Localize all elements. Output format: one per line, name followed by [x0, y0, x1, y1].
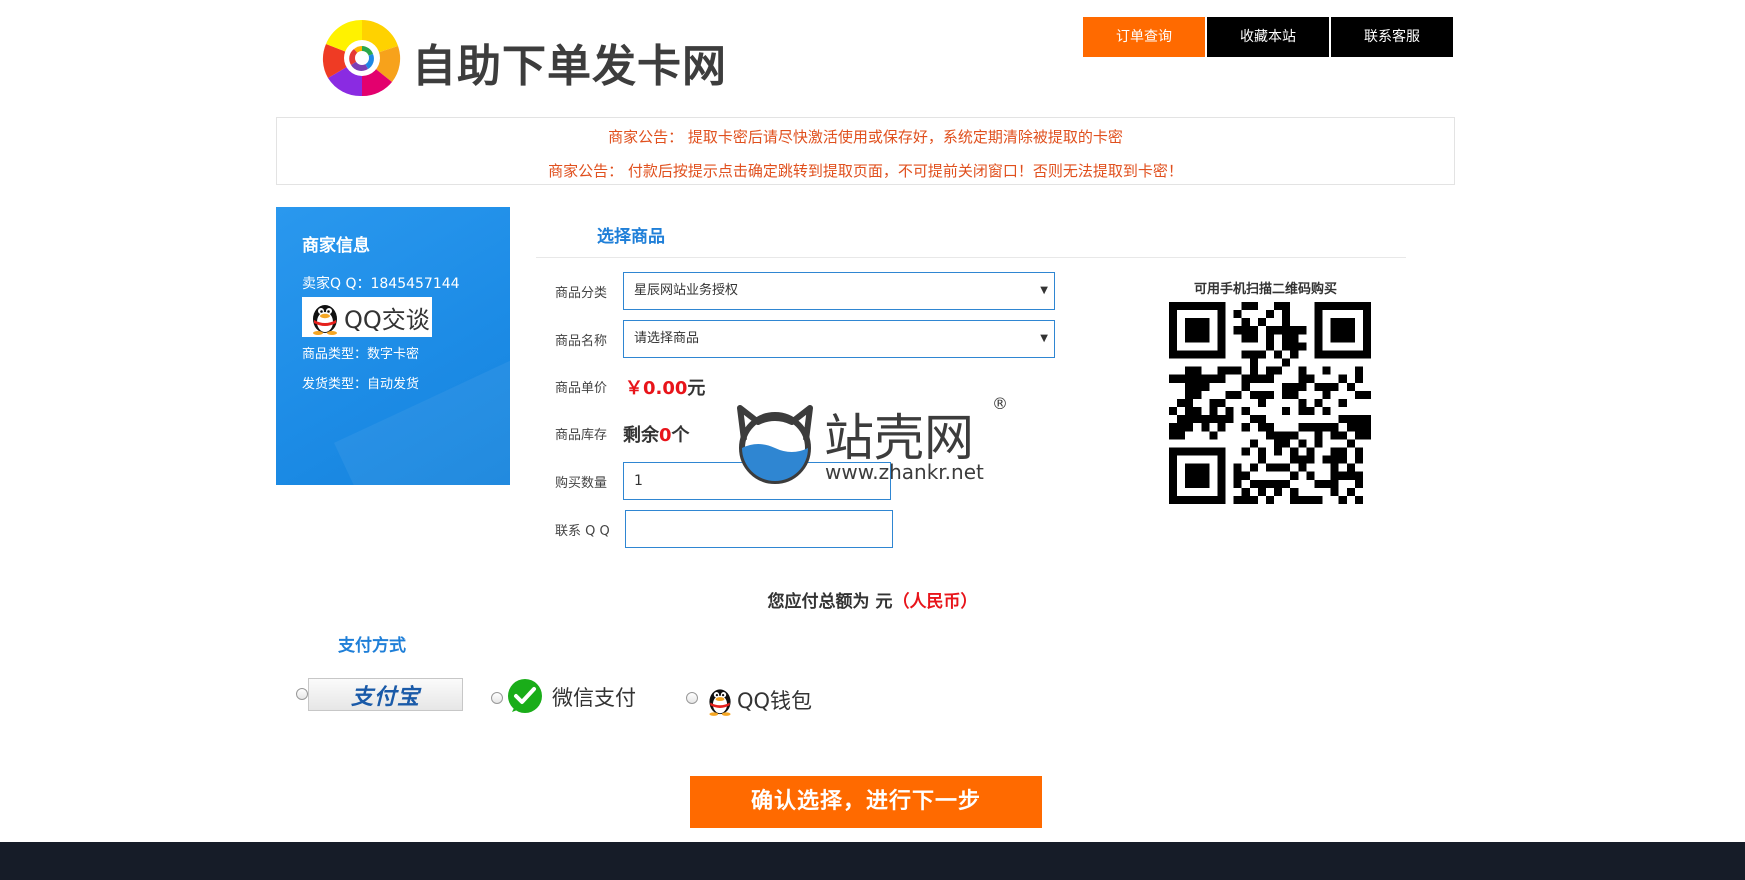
stock-count: 0	[659, 425, 672, 446]
watermark-url: www.zhankr.net	[825, 460, 984, 484]
site-title: 自助下单发卡网	[412, 41, 727, 92]
nav-order-query[interactable]: 订单查询	[1083, 17, 1205, 57]
wechat-option[interactable]: 微信支付	[506, 678, 636, 716]
payment-title: 支付方式	[338, 636, 406, 656]
wechat-label: 微信支付	[552, 686, 636, 710]
qr-label: 可用手机扫描二维码购买	[1194, 282, 1338, 297]
notice-line-2: 商家公告： 付款后按提示点击确定跳转到提取页面，不可提前关闭窗口！否则无法提取到…	[548, 162, 1183, 180]
alipay-radio[interactable]	[296, 688, 308, 700]
notice-box: 商家公告： 提取卡密后请尽快激活使用或保存好，系统定期清除被提取的卡密 商家公告…	[276, 117, 1455, 185]
qq-penguin-icon	[313, 305, 337, 335]
stock-suffix: 个	[671, 425, 690, 446]
product-name-select-value: 请选择商品	[634, 331, 700, 346]
top-nav: 订单查询 收藏本站 联系客服	[1083, 17, 1453, 57]
qqwallet-radio[interactable]	[686, 692, 698, 704]
quantity-label: 购买数量	[555, 476, 608, 491]
select-product-title: 选择商品	[597, 227, 665, 247]
nav-contact-support[interactable]: 联系客服	[1331, 17, 1453, 57]
logo-mark-icon	[322, 19, 401, 97]
qqwallet-option[interactable]: QQ钱包	[705, 684, 812, 716]
qq-chat-label: QQ交谈	[344, 305, 430, 334]
merchant-product-type: 商品类型：数字卡密	[302, 347, 420, 362]
qr-code-icon	[1169, 302, 1371, 504]
contact-qq-label: 联系 Q Q	[555, 524, 610, 539]
price-value: ￥0.00元	[625, 374, 705, 400]
total-amount: 您应付总额为 元（人民币）	[0, 587, 1745, 612]
site-logo[interactable]: 自助下单发卡网	[320, 16, 740, 106]
product-name-label: 商品名称	[555, 334, 608, 349]
confirm-next-button[interactable]: 确认选择，进行下一步	[690, 776, 1042, 828]
watermark-logo-icon	[737, 405, 813, 484]
watermark-reg: ®	[992, 394, 1008, 413]
merchant-title: 商家信息	[302, 236, 370, 256]
merchant-qq: 卖家Q Q：1845457144	[302, 276, 460, 292]
wechat-radio[interactable]	[491, 692, 503, 704]
nav-bookmark[interactable]: 收藏本站	[1207, 17, 1329, 57]
category-select[interactable]: 星辰网站业务授权 ▼	[623, 272, 1055, 310]
total-prefix: 您应付总额为 元	[767, 592, 893, 612]
total-currency: （人民币）	[892, 592, 978, 612]
stock-label: 商品库存	[555, 428, 608, 443]
chevron-down-icon: ▼	[1040, 285, 1048, 296]
category-select-value: 星辰网站业务授权	[634, 283, 739, 298]
price-amount: ￥0.00	[625, 378, 688, 399]
qq-chat-button[interactable]: QQ交谈	[302, 297, 432, 337]
alipay-logo-icon: 支付宝	[350, 684, 420, 710]
notice-line-1: 商家公告： 提取卡密后请尽快激活使用或保存好，系统定期清除被提取的卡密	[608, 128, 1123, 146]
merchant-ship-type: 发货类型：自动发货	[302, 377, 420, 392]
qqwallet-label: QQ钱包	[737, 689, 813, 713]
price-unit: 元	[687, 378, 706, 399]
qq-penguin-icon	[709, 689, 731, 716]
chevron-down-icon: ▼	[1040, 333, 1048, 344]
section-divider	[536, 257, 1406, 258]
product-name-select[interactable]: 请选择商品 ▼	[623, 320, 1055, 358]
alipay-option[interactable]: 支付宝	[308, 678, 463, 711]
price-label: 商品单价	[555, 381, 608, 396]
category-label: 商品分类	[555, 286, 608, 301]
footer	[0, 842, 1745, 880]
stock-prefix: 剩余	[623, 425, 659, 446]
merchant-panel: 商家信息 卖家Q Q：1845457144 QQ交谈 商品类型：数字卡密 发货类…	[276, 207, 510, 485]
watermark: 站壳网 ® www.zhankr.net	[736, 394, 1008, 488]
stock-value: 剩余0个	[623, 421, 690, 447]
contact-qq-input[interactable]	[625, 510, 893, 548]
wechat-icon	[508, 679, 542, 713]
